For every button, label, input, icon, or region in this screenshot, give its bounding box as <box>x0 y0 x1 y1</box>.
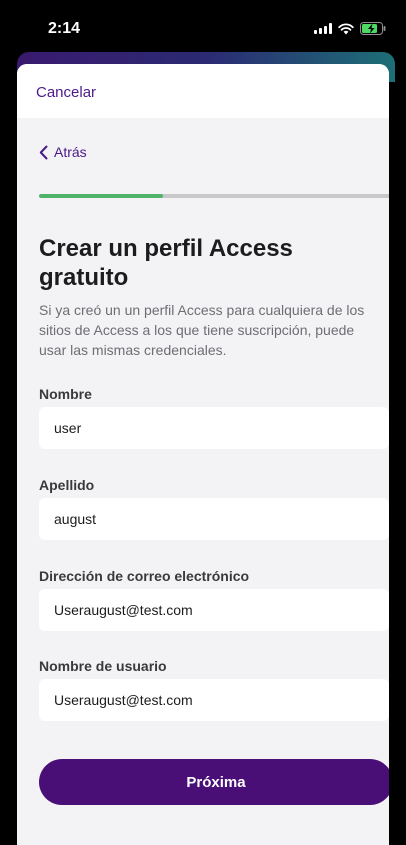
sheet-header: Cancelar <box>17 64 389 118</box>
back-button[interactable]: Atrás <box>39 144 87 160</box>
email-input[interactable] <box>39 589 389 631</box>
last-name-label: Apellido <box>39 477 95 493</box>
cancel-button[interactable]: Cancelar <box>36 84 96 101</box>
page-description: Si ya creó un un perfil Access para cual… <box>39 302 365 358</box>
progress-bar <box>39 194 389 198</box>
battery-charging-icon <box>360 22 386 35</box>
back-label: Atrás <box>54 144 87 160</box>
next-button[interactable]: Próxima <box>39 759 389 805</box>
signal-icon <box>314 23 332 34</box>
first-name-label: Nombre <box>39 386 92 402</box>
screen: 2:14 Cancelar Atrás Crear un perfil Acce… <box>0 0 406 845</box>
progress-bar-fill <box>39 194 163 198</box>
chevron-left-icon <box>39 145 48 160</box>
status-icons <box>314 22 386 35</box>
wifi-icon <box>338 22 354 35</box>
username-label: Nombre de usuario <box>39 658 167 674</box>
sheet-body: Atrás Crear un perfil Access gratuito Si… <box>17 118 389 845</box>
first-name-input[interactable] <box>39 407 389 449</box>
last-name-input[interactable] <box>39 498 389 540</box>
email-label: Dirección de correo electrónico <box>39 568 250 584</box>
status-bar: 2:14 <box>0 0 406 52</box>
status-time: 2:14 <box>48 20 81 37</box>
modal-sheet: Cancelar Atrás Crear un perfil Access gr… <box>17 64 389 845</box>
username-input[interactable] <box>39 679 389 721</box>
page-title: Crear un perfil Access gratuito <box>39 235 293 291</box>
